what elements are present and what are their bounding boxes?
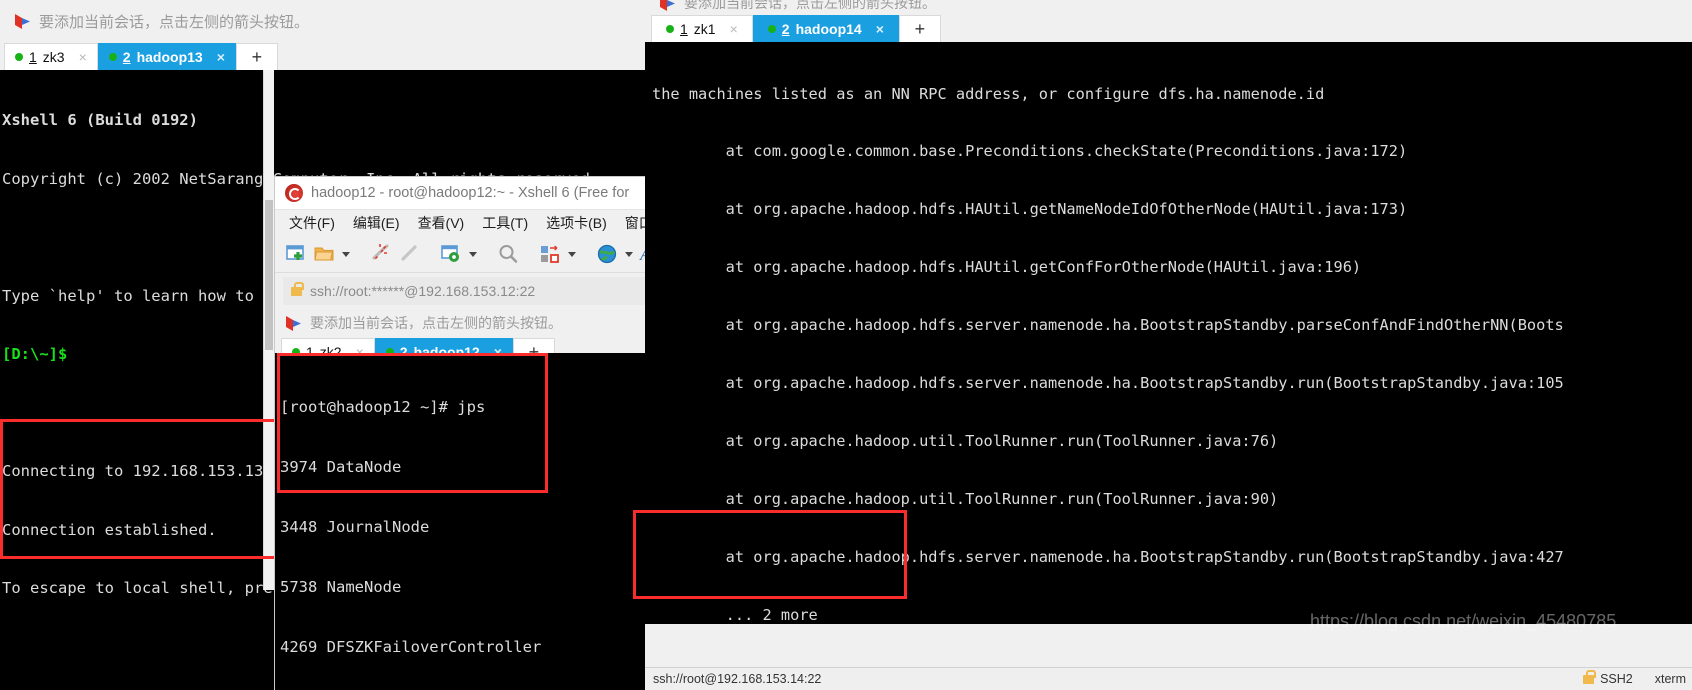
close-icon[interactable]: × xyxy=(730,21,738,37)
tab-number: 1 xyxy=(29,49,37,65)
tab-label: zk3 xyxy=(42,49,65,65)
status-address: ssh://root@192.168.153.14:22 xyxy=(653,672,822,686)
transfer-layout-icon[interactable] xyxy=(539,243,561,265)
left-terminal-scrollbar[interactable] xyxy=(263,70,274,590)
close-icon[interactable]: × xyxy=(79,49,87,65)
hadoop12-address-bar[interactable]: ssh://root:******@192.168.153.12:22 xyxy=(283,277,647,305)
tab-number: 2 xyxy=(781,21,790,37)
chevron-down-icon[interactable] xyxy=(625,251,633,257)
menu-view[interactable]: 查看(V) xyxy=(418,213,465,233)
notice-text: 要添加当前会话，点击左侧的箭头按钮。 xyxy=(684,0,936,11)
globe-icon[interactable] xyxy=(596,243,618,265)
terminal-line: at org.apache.hadoop.hdfs.HAUtil.getConf… xyxy=(652,258,1362,277)
new-tab-button[interactable]: + xyxy=(898,15,941,42)
close-icon[interactable]: × xyxy=(217,49,225,65)
terminal-line: at org.apache.hadoop.hdfs.HAUtil.getName… xyxy=(652,200,1408,219)
hadoop14-statusbar: ssh://root@192.168.153.14:22 SSH2 xterm xyxy=(645,667,1692,690)
terminal-line: at org.apache.hadoop.hdfs.server.namenod… xyxy=(652,547,1564,566)
hadoop12-add-session-notice: 要添加当前会话，点击左侧的箭头按钮。 xyxy=(275,309,655,337)
session-properties-icon[interactable] xyxy=(440,243,462,265)
scrollbar-thumb[interactable] xyxy=(265,200,273,350)
menu-edit[interactable]: 编辑(E) xyxy=(353,213,400,233)
tab-status-dot-icon xyxy=(767,25,776,33)
arrow-flag-icon xyxy=(14,13,31,29)
tab-zk1[interactable]: 1 zk1 × xyxy=(651,15,753,42)
address-text: ssh://root:******@192.168.153.12:22 xyxy=(310,283,536,299)
disconnect-icon[interactable] xyxy=(398,243,420,265)
chevron-down-icon[interactable] xyxy=(568,251,576,257)
tab-zk3[interactable]: 1 zk3 × xyxy=(4,43,98,70)
terminal-line: at org.apache.hadoop.util.ToolRunner.run… xyxy=(652,431,1279,450)
tab-status-dot-icon xyxy=(108,53,117,61)
menu-tools[interactable]: 工具(T) xyxy=(482,213,528,233)
terminal-line: 3448 JournalNode xyxy=(280,518,430,536)
find-icon[interactable] xyxy=(497,243,519,265)
arrow-flag-icon xyxy=(285,315,302,331)
terminal-line: 4269 DFSZKFailoverController xyxy=(280,638,542,656)
hadoop12-terminal[interactable]: [root@hadoop12 ~]# jps 3974 DataNode 344… xyxy=(275,353,655,690)
left-add-session-notice: 要添加当前会话，点击左侧的箭头按钮。 xyxy=(0,0,680,42)
hadoop12-toolbar: A xyxy=(275,236,655,273)
status-protocol: SSH2 xyxy=(1600,672,1633,686)
left-tabstrip: 1 zk3 × 2 hadoop13 × + xyxy=(0,42,680,70)
notice-text: 要添加当前会话，点击左侧的箭头按钮。 xyxy=(310,315,562,331)
hadoop12-menubar: 文件(F) 编辑(E) 查看(V) 工具(T) 选项卡(B) 窗口(W xyxy=(275,210,655,236)
chevron-down-icon[interactable] xyxy=(342,251,350,257)
tab-number: 2 xyxy=(122,49,131,65)
new-session-icon[interactable] xyxy=(285,243,307,265)
menu-tabs[interactable]: 选项卡(B) xyxy=(546,213,607,233)
xshell-logo-icon xyxy=(285,184,303,202)
tab-label: hadoop13 xyxy=(136,49,203,65)
lock-icon xyxy=(1583,669,1596,684)
window-hadoop14: 要添加当前会话，点击左侧的箭头按钮。 1 zk1 × 2 hadoop14 × … xyxy=(645,0,1692,690)
lock-icon xyxy=(291,281,304,296)
left-notice-text: 要添加当前会话，点击左侧的箭头按钮。 xyxy=(39,13,310,31)
tab-number: 1 xyxy=(680,21,688,37)
watermark-text: https://blog.csdn.net/weixin_45480785 xyxy=(1310,611,1617,631)
tab-label: hadoop14 xyxy=(795,21,862,37)
tab-label: zk1 xyxy=(693,21,716,37)
hadoop12-titlebar[interactable]: hadoop12 - root@hadoop12:~ - Xshell 6 (F… xyxy=(275,177,655,210)
terminal-line: at com.google.common.base.Preconditions.… xyxy=(652,142,1408,161)
hadoop14-tabstrip: 1 zk1 × 2 hadoop14 × + xyxy=(645,14,1692,42)
terminal-line: at org.apache.hadoop.hdfs.server.namenod… xyxy=(652,374,1564,393)
tab-status-dot-icon xyxy=(666,25,674,33)
status-right-group: SSH2 xterm xyxy=(1583,669,1692,686)
hadoop14-add-session-notice: 要添加当前会话，点击左侧的箭头按钮。 xyxy=(645,0,1692,14)
screenshot-root: 要添加当前会话，点击左侧的箭头按钮。 1 zk3 × 2 hadoop13 × … xyxy=(0,0,1692,690)
window-title: hadoop12 - root@hadoop12:~ - Xshell 6 (F… xyxy=(311,185,630,201)
terminal-line: 5738 NameNode xyxy=(280,578,402,596)
close-icon[interactable]: × xyxy=(876,21,884,37)
tab-hadoop14[interactable]: 2 hadoop14 × xyxy=(752,15,899,42)
tab-status-dot-icon xyxy=(15,53,23,61)
terminal-line: [root@hadoop12 ~]# jps xyxy=(280,398,486,416)
chevron-down-icon[interactable] xyxy=(469,251,477,257)
tab-hadoop13[interactable]: 2 hadoop13 × xyxy=(97,43,236,70)
disconnect-all-icon[interactable] xyxy=(370,243,392,265)
window-hadoop12: hadoop12 - root@hadoop12:~ - Xshell 6 (F… xyxy=(275,177,655,690)
terminal-line: at org.apache.hadoop.hdfs.server.namenod… xyxy=(652,316,1564,335)
hadoop14-terminal[interactable]: the machines listed as an NN RPC address… xyxy=(645,42,1692,624)
terminal-line: 3974 DataNode xyxy=(280,458,402,476)
new-tab-button[interactable]: + xyxy=(235,43,278,70)
status-terminal-type: xterm xyxy=(1654,672,1686,686)
menu-file[interactable]: 文件(F) xyxy=(289,213,335,233)
terminal-line: the machines listed as an NN RPC address… xyxy=(652,84,1325,103)
terminal-line: Xshell 6 (Build 0192) xyxy=(2,111,198,129)
terminal-line: at org.apache.hadoop.util.ToolRunner.run… xyxy=(652,489,1279,508)
arrow-flag-icon xyxy=(659,0,676,11)
open-folder-icon[interactable] xyxy=(313,243,335,265)
